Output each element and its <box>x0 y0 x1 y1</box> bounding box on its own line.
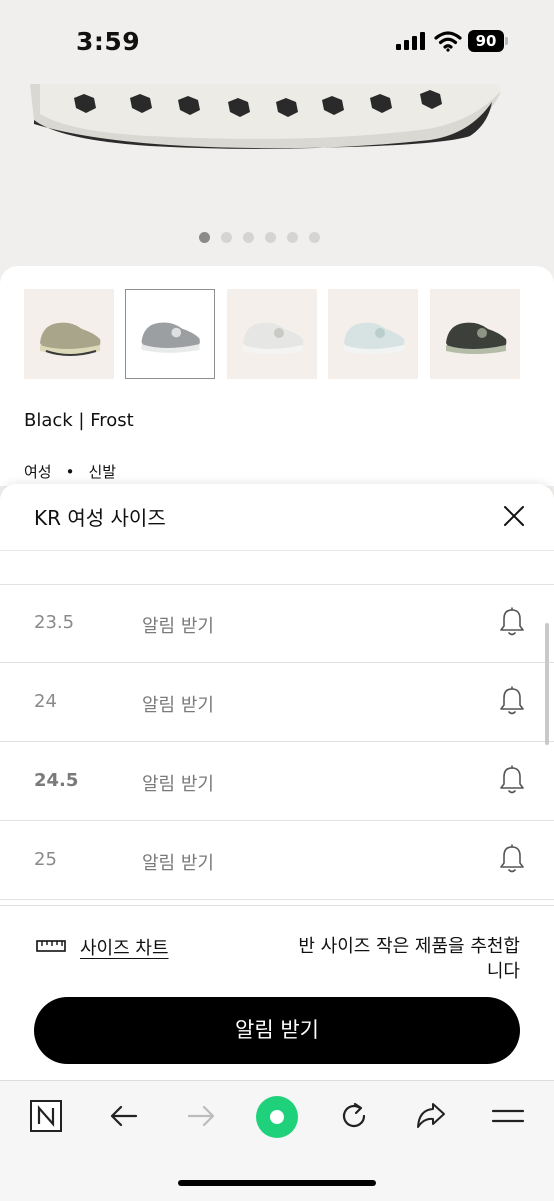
shoe-thumbnail-image <box>40 322 101 356</box>
notify-label: 알림 받기 <box>142 695 214 716</box>
size-row[interactable]: 24 알림 받기 <box>0 663 554 742</box>
menu-icon[interactable] <box>490 1098 526 1134</box>
carousel-dot[interactable] <box>287 232 298 243</box>
shoe-thumbnail-image <box>141 322 200 353</box>
forward-arrow-icon[interactable] <box>183 1098 219 1134</box>
thumbnail-colorway-5[interactable] <box>430 289 520 379</box>
category-type: 신발 <box>88 463 117 481</box>
record-icon[interactable] <box>255 1095 299 1139</box>
carousel-dot[interactable] <box>243 232 254 243</box>
notify-label: 알림 받기 <box>142 774 214 795</box>
size-row[interactable]: 25 알림 받기 <box>0 821 554 900</box>
ruler-icon <box>36 940 66 952</box>
back-arrow-icon[interactable] <box>106 1098 142 1134</box>
carousel-dot[interactable] <box>309 232 320 243</box>
size-value: 23.5 <box>34 612 75 633</box>
size-list-footer-divider <box>0 905 554 906</box>
size-value: 24.5 <box>34 770 79 791</box>
battery-level: 90 <box>468 30 504 52</box>
carousel-dot[interactable] <box>221 232 232 243</box>
wifi-icon <box>434 31 462 52</box>
shoe-thumbnail-image <box>344 322 405 354</box>
thumbnail-colorway-3[interactable] <box>227 289 317 379</box>
product-category: 여성 • 신발 <box>24 461 116 482</box>
category-gender: 여성 <box>24 463 52 481</box>
bell-icon[interactable] <box>498 685 526 717</box>
product-hero-image[interactable] <box>0 84 554 269</box>
thumbnail-colorway-2[interactable] <box>125 289 215 379</box>
bell-icon[interactable] <box>498 764 526 796</box>
size-value: 24 <box>34 691 57 712</box>
battery-cap <box>505 37 508 45</box>
thumbnail-colorway-4[interactable] <box>328 289 418 379</box>
status-time: 3:59 <box>76 27 141 56</box>
size-list-scrollbar[interactable] <box>545 623 549 745</box>
status-bar: 3:59 90 <box>0 0 554 84</box>
size-row[interactable]: 23.5 알림 받기 <box>0 584 554 663</box>
cellular-signal-icon <box>396 32 425 50</box>
home-indicator[interactable] <box>178 1180 376 1186</box>
notion-icon[interactable] <box>28 1098 64 1134</box>
size-chart-link[interactable]: 사이즈 차트 <box>80 934 169 960</box>
bell-icon[interactable] <box>498 843 526 875</box>
bell-icon[interactable] <box>498 606 526 638</box>
reload-icon[interactable] <box>336 1098 372 1134</box>
category-separator: • <box>65 463 75 481</box>
carousel-dot[interactable] <box>265 232 276 243</box>
size-row-partial <box>0 506 554 585</box>
product-colorway: Black | Frost <box>24 410 134 431</box>
carousel-dot-active[interactable] <box>199 232 210 243</box>
notify-label: 알림 받기 <box>142 616 214 637</box>
share-icon[interactable] <box>413 1098 449 1134</box>
size-recommendation: 반 사이즈 작은 제품을 추천합니다 <box>298 936 520 982</box>
size-row[interactable]: 24.5 알림 받기 <box>0 742 554 821</box>
notify-label: 알림 받기 <box>142 853 214 874</box>
shoe-thumbnail-image <box>446 322 507 354</box>
notify-me-button[interactable]: 알림 받기 <box>34 997 520 1064</box>
thumbnail-colorway-1[interactable] <box>24 289 114 379</box>
shoe-sole-image <box>30 84 500 149</box>
size-value: 25 <box>34 849 57 870</box>
shoe-thumbnail-image <box>243 322 304 354</box>
